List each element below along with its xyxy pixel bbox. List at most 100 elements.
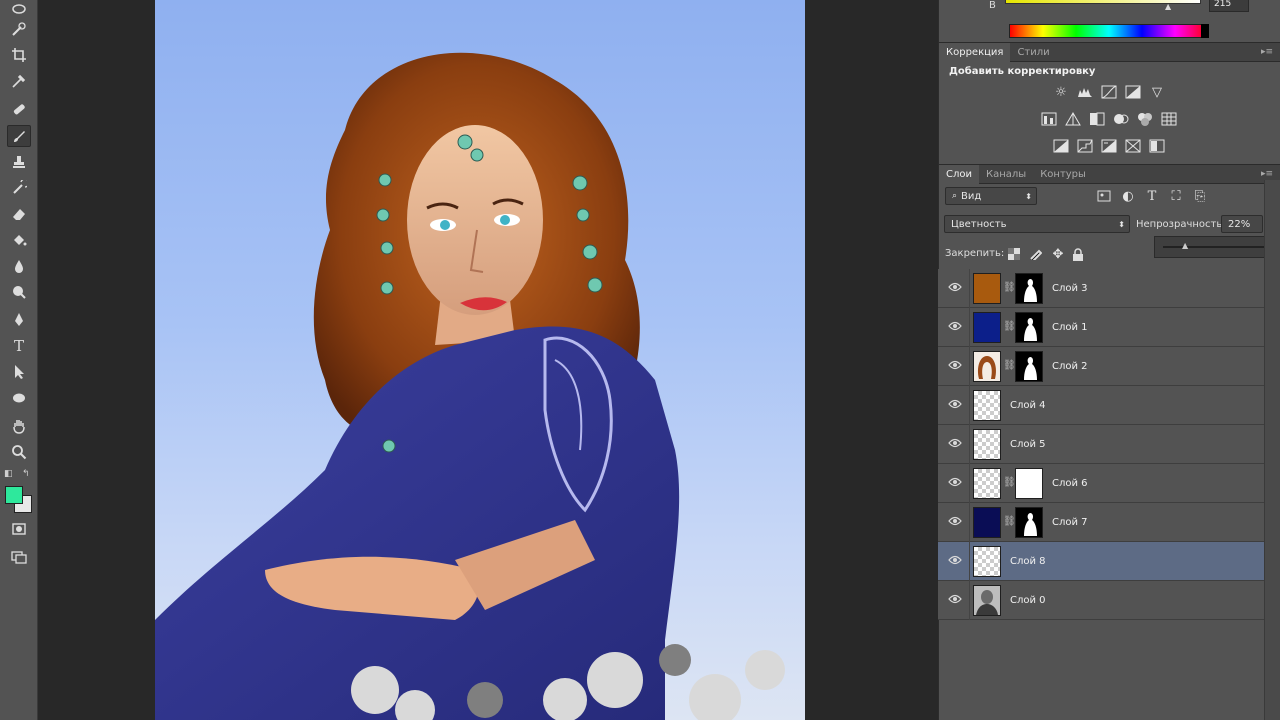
posterize-icon[interactable] (1076, 138, 1094, 154)
black-swatch[interactable] (1201, 24, 1209, 38)
layer-name[interactable]: Слой 8 (1010, 556, 1046, 567)
layer-row[interactable]: Слой 5 (938, 425, 1264, 464)
mask-link-icon[interactable]: ⛓ (1003, 282, 1016, 293)
layer-thumbnail[interactable] (973, 390, 1001, 421)
layer-filter-select[interactable]: ⌕ Вид ⬍ (945, 187, 1037, 205)
document-canvas[interactable] (38, 0, 938, 720)
visibility-toggle[interactable] (938, 308, 970, 347)
color-spectrum-bar[interactable] (1009, 24, 1209, 38)
layer-thumbnail[interactable] (973, 351, 1001, 382)
blend-mode-select[interactable]: Цветность ⬍ (944, 215, 1130, 233)
lock-transparency-icon[interactable] (1005, 246, 1023, 262)
eyedropper-icon[interactable] (7, 70, 31, 92)
layer-name[interactable]: Слой 4 (1010, 400, 1046, 411)
layer-row[interactable]: ⛓ Слой 3 (938, 269, 1264, 308)
tab-channels[interactable]: Каналы (979, 165, 1033, 184)
layer-thumbnail[interactable] (973, 312, 1001, 343)
ellipse-shape-icon[interactable] (7, 387, 31, 409)
lock-pixels-icon[interactable] (1027, 246, 1045, 262)
layer-row[interactable]: Слой 0 (938, 581, 1264, 620)
channel-value-field[interactable]: 215 (1209, 0, 1249, 12)
foreground-color-swatch[interactable] (5, 486, 23, 504)
screen-mode-icon[interactable] (7, 546, 31, 568)
type-icon[interactable]: T (7, 335, 31, 357)
tab-paths[interactable]: Контуры (1033, 165, 1093, 184)
swap-colors-icon[interactable]: ↰ (22, 469, 30, 479)
layer-thumbnail[interactable] (973, 585, 1001, 616)
mask-link-icon[interactable]: ⛓ (1003, 477, 1016, 488)
visibility-toggle[interactable] (938, 464, 970, 503)
mask-link-icon[interactable]: ⛓ (1003, 321, 1016, 332)
opacity-input[interactable]: 22% (1221, 215, 1263, 233)
visibility-toggle[interactable] (938, 425, 970, 464)
photo-filter-icon[interactable] (1112, 111, 1130, 127)
crop-icon[interactable] (7, 44, 31, 66)
history-brush-icon[interactable] (7, 177, 31, 199)
layer-name[interactable]: Слой 3 (1052, 283, 1088, 294)
layer-thumbnail[interactable] (973, 273, 1001, 304)
layers-scrollbar[interactable] (1264, 180, 1280, 720)
lock-position-icon[interactable]: ✥ (1049, 246, 1067, 262)
layer-name[interactable]: Слой 5 (1010, 439, 1046, 450)
vibrance-icon[interactable]: ▽ (1148, 84, 1166, 100)
channel-slider[interactable] (1005, 0, 1201, 4)
smart-object-filter-icon[interactable]: ⎘ (1191, 188, 1209, 204)
visibility-toggle[interactable] (938, 581, 970, 620)
layer-row[interactable]: Слой 4 (938, 386, 1264, 425)
layer-mask-thumbnail[interactable] (1015, 351, 1043, 382)
mask-link-icon[interactable]: ⛓ (1003, 516, 1016, 527)
tab-adjustments[interactable]: Коррекция (939, 42, 1011, 62)
layer-name[interactable]: Слой 7 (1052, 517, 1088, 528)
brightness-icon[interactable]: ☼ (1052, 84, 1070, 100)
layer-thumbnail[interactable] (973, 507, 1001, 538)
layer-mask-thumbnail[interactable] (1015, 507, 1043, 538)
layer-name[interactable]: Слой 0 (1010, 595, 1046, 606)
adjustment-filter-icon[interactable]: ◐ (1119, 188, 1137, 204)
visibility-toggle[interactable] (938, 503, 970, 542)
visibility-toggle[interactable] (938, 386, 970, 425)
layer-name[interactable]: Слой 2 (1052, 361, 1088, 372)
visibility-toggle[interactable] (938, 542, 970, 581)
visibility-toggle[interactable] (938, 347, 970, 386)
quick-selection-icon[interactable] (7, 18, 31, 40)
layer-row[interactable]: ⛓ Слой 6 (938, 464, 1264, 503)
paint-bucket-icon[interactable] (7, 229, 31, 251)
visibility-toggle[interactable] (938, 269, 970, 308)
eraser-icon[interactable] (7, 203, 31, 225)
mask-link-icon[interactable]: ⛓ (1003, 360, 1016, 371)
clone-stamp-icon[interactable] (7, 151, 31, 173)
pixel-filter-icon[interactable] (1095, 188, 1113, 204)
selective-color-icon[interactable] (1124, 138, 1142, 154)
default-colors-icon[interactable]: ◧ (4, 469, 13, 479)
layer-name[interactable]: Слой 6 (1052, 478, 1088, 489)
gradient-map-icon[interactable] (1148, 138, 1166, 154)
layer-thumbnail[interactable] (973, 546, 1001, 577)
threshold-icon[interactable] (1100, 138, 1118, 154)
type-filter-icon[interactable]: T (1143, 188, 1161, 204)
layer-mask-thumbnail[interactable] (1015, 273, 1043, 304)
zoom-icon[interactable] (7, 441, 31, 463)
layer-name[interactable]: Слой 1 (1052, 322, 1088, 333)
layer-mask-thumbnail[interactable] (1015, 468, 1043, 499)
black-white-icon[interactable] (1088, 111, 1106, 127)
quick-mask-icon[interactable] (7, 518, 31, 540)
hue-saturation-icon[interactable] (1040, 111, 1058, 127)
layer-row[interactable]: ⛓ Слой 2 (938, 347, 1264, 386)
panel-menu-icon[interactable]: ▸≡ (1261, 47, 1273, 57)
pen-icon[interactable] (7, 309, 31, 331)
layer-row[interactable]: ⛓ Слой 7 (938, 503, 1264, 542)
layer-mask-thumbnail[interactable] (1015, 312, 1043, 343)
path-selection-icon[interactable] (7, 361, 31, 383)
tab-layers[interactable]: Слои (939, 164, 979, 184)
dodge-icon[interactable] (7, 281, 31, 303)
opacity-slider-thumb[interactable]: ▲ (1182, 241, 1188, 250)
channel-slider-thumb[interactable]: ▲ (1165, 2, 1171, 11)
layer-row[interactable]: ⛓ Слой 1 (938, 308, 1264, 347)
shape-filter-icon[interactable]: ⛶ (1167, 188, 1185, 204)
channel-mixer-icon[interactable] (1136, 111, 1154, 127)
brush-icon[interactable] (7, 125, 31, 147)
tab-styles[interactable]: Стили (1010, 43, 1056, 62)
levels-icon[interactable] (1076, 84, 1094, 100)
healing-brush-icon[interactable] (7, 98, 31, 120)
layer-thumbnail[interactable] (973, 468, 1001, 499)
